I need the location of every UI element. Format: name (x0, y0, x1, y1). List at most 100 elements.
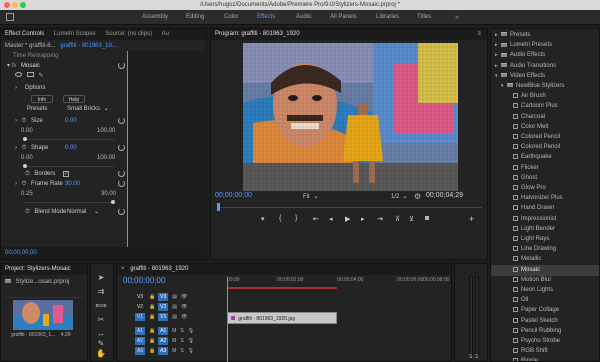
tab-audio-clip-mixer[interactable]: Au (158, 29, 173, 40)
ripple-edit-tool-icon[interactable]: ⟺ (95, 300, 107, 312)
pen-mask-icon[interactable]: ✎ (38, 73, 43, 79)
source-patch-v3[interactable]: V3 (135, 293, 145, 301)
video-track-header[interactable]: V2 🔒 V2 ▤ 👁 (117, 302, 225, 312)
solo-button[interactable]: S (180, 328, 183, 334)
stopwatch-icon[interactable]: ⏱ (22, 118, 27, 124)
rectangle-mask-icon[interactable] (26, 72, 34, 77)
reset-shape-icon[interactable] (118, 144, 125, 151)
workspace-tab-titles[interactable]: Titles (417, 10, 431, 25)
solo-right-button[interactable]: S (475, 354, 478, 360)
frame-rate-value[interactable]: 30.00 (65, 179, 80, 189)
size-slider[interactable] (23, 137, 115, 141)
lock-icon[interactable]: 🔒 (149, 338, 155, 344)
video-frame[interactable] (243, 43, 458, 191)
timeline-timecode[interactable]: 00;00;00;00 (123, 276, 165, 285)
mark-in-icon[interactable]: { (279, 215, 281, 222)
master-clip-selector[interactable]: Master * graffiti-8... (5, 43, 56, 49)
expand-arrow-icon[interactable]: ▾ (7, 63, 10, 69)
ellipse-mask-icon[interactable] (15, 72, 22, 77)
go-to-out-icon[interactable]: ⇥ (377, 215, 383, 223)
resolution-dropdown[interactable]: 1/2 ⌄ (391, 193, 407, 201)
program-current-timecode[interactable]: 00;00;00;00 (215, 192, 252, 199)
track-select-tool-icon[interactable]: ⇉ (95, 286, 107, 298)
audio-track-header[interactable]: A1 🔒 A1 M S 🎙 (117, 326, 225, 336)
tab-source[interactable]: Source: (no clips) (101, 29, 156, 40)
help-button[interactable]: Help (63, 95, 85, 103)
workspace-tab-assembly[interactable]: Assembly (142, 10, 168, 25)
mute-button[interactable]: M (172, 338, 176, 344)
lock-icon[interactable]: 🔒 (149, 348, 155, 354)
zoom-window-icon[interactable] (20, 2, 26, 8)
tab-project[interactable]: Project: Stylizers-Mosaic (1, 264, 75, 275)
track-label[interactable]: A1 (158, 327, 169, 335)
step-forward-icon[interactable]: ▸ (361, 215, 365, 223)
solo-left-button[interactable]: S (469, 354, 472, 360)
mark-out-icon[interactable]: } (295, 215, 297, 222)
source-patch-a3[interactable]: A3 (135, 347, 145, 355)
tab-program-monitor[interactable]: Program: graffiti - 801963_1920 (211, 29, 304, 40)
borders-checkbox[interactable]: ✓ (63, 171, 69, 177)
effect-timeline-playhead[interactable] (127, 51, 128, 259)
size-expand-icon[interactable]: › (15, 118, 17, 124)
export-frame-icon[interactable]: ◙ (425, 215, 429, 222)
source-patch-a2[interactable]: A2 (135, 337, 145, 345)
home-icon[interactable] (6, 13, 14, 21)
frame-rate-expand-icon[interactable]: › (15, 181, 17, 187)
lock-icon[interactable]: 🔒 (149, 304, 155, 310)
workspace-tab-editing[interactable]: Editing (186, 10, 204, 25)
play-icon[interactable]: ▶ (345, 215, 350, 223)
lock-icon[interactable]: 🔒 (149, 328, 155, 334)
timeline-ruler[interactable]: 00;00 00;00;02;00 00;00;04;00 00;00;06;0… (227, 277, 451, 285)
size-slider-knob[interactable] (23, 137, 27, 141)
reset-frame-rate-icon[interactable] (118, 180, 125, 187)
close-sequence-icon[interactable]: × (121, 266, 125, 272)
lock-icon[interactable]: 🔒 (149, 294, 155, 300)
source-patch-v2[interactable]: V2 (135, 303, 145, 311)
reset-borders-icon[interactable] (118, 170, 125, 177)
frame-rate-slider-knob[interactable] (111, 200, 115, 204)
solo-button[interactable]: S (180, 348, 183, 354)
stopwatch-icon[interactable]: ⏱ (25, 171, 30, 177)
tab-sequence[interactable]: graffiti - 801963_1920 (126, 264, 192, 275)
shape-expand-icon[interactable]: › (15, 145, 17, 151)
track-label[interactable]: V1 (158, 313, 169, 321)
sync-lock-icon[interactable]: ▤ (172, 304, 177, 310)
workspace-tab-all-panels[interactable]: All Panels (330, 10, 357, 25)
mute-button[interactable]: M (172, 328, 176, 334)
lift-icon[interactable]: ⊼ (395, 215, 400, 223)
shape-slider[interactable] (23, 164, 115, 168)
eye-icon[interactable]: 👁 (181, 304, 187, 310)
more-workspaces-icon[interactable]: » (455, 10, 459, 25)
audio-track-header[interactable]: A3 🔒 A3 M S 🎙 (117, 346, 225, 356)
track-label[interactable]: A2 (158, 337, 169, 345)
video-clip[interactable]: graffiti - 801963_1920.jpg (227, 312, 337, 324)
panel-menu-icon[interactable]: ≡ (477, 29, 481, 40)
clip-thumbnail[interactable] (13, 300, 73, 330)
eye-icon[interactable]: 👁 (181, 314, 187, 320)
shape-slider-knob[interactable] (23, 164, 27, 168)
video-track-header[interactable]: V1 🔒 V1 ▤ 👁 (117, 312, 225, 322)
workspace-tab-libraries[interactable]: Libraries (376, 10, 399, 25)
tab-lumetri-scopes[interactable]: Lumetri Scopes (50, 29, 100, 40)
stopwatch-icon[interactable]: ⏱ (25, 209, 30, 215)
extract-icon[interactable]: ⊻ (409, 215, 414, 223)
program-scrub-bar[interactable] (217, 207, 482, 208)
work-area-bar[interactable] (227, 287, 337, 289)
go-to-in-icon[interactable]: ⇤ (313, 215, 319, 223)
size-value[interactable]: 0.00 (65, 116, 77, 126)
tab-effect-controls[interactable]: Effect Controls (1, 29, 48, 40)
project-search-bar[interactable] (5, 290, 85, 298)
track-label[interactable]: A3 (158, 347, 169, 355)
sync-lock-icon[interactable]: ▤ (172, 294, 177, 300)
audio-track-header[interactable]: A2 🔒 A2 M S 🎙 (117, 336, 225, 346)
sequence-clip-label[interactable]: graffiti - 801963_19... (60, 43, 117, 49)
zoom-fit-dropdown[interactable]: Fit ⌄ (303, 193, 319, 201)
program-playhead[interactable] (217, 203, 220, 211)
presets-dropdown[interactable]: Small Bricks ⌄ (67, 105, 109, 113)
source-patch-v1[interactable]: V1 (135, 313, 145, 321)
stopwatch-icon[interactable]: ⏱ (22, 145, 27, 151)
info-button[interactable]: Info (31, 95, 53, 103)
hand-tool-icon[interactable]: ✋ (95, 348, 107, 360)
step-back-icon[interactable]: ◂ (329, 215, 333, 223)
effect-timeline-area[interactable] (127, 51, 207, 259)
